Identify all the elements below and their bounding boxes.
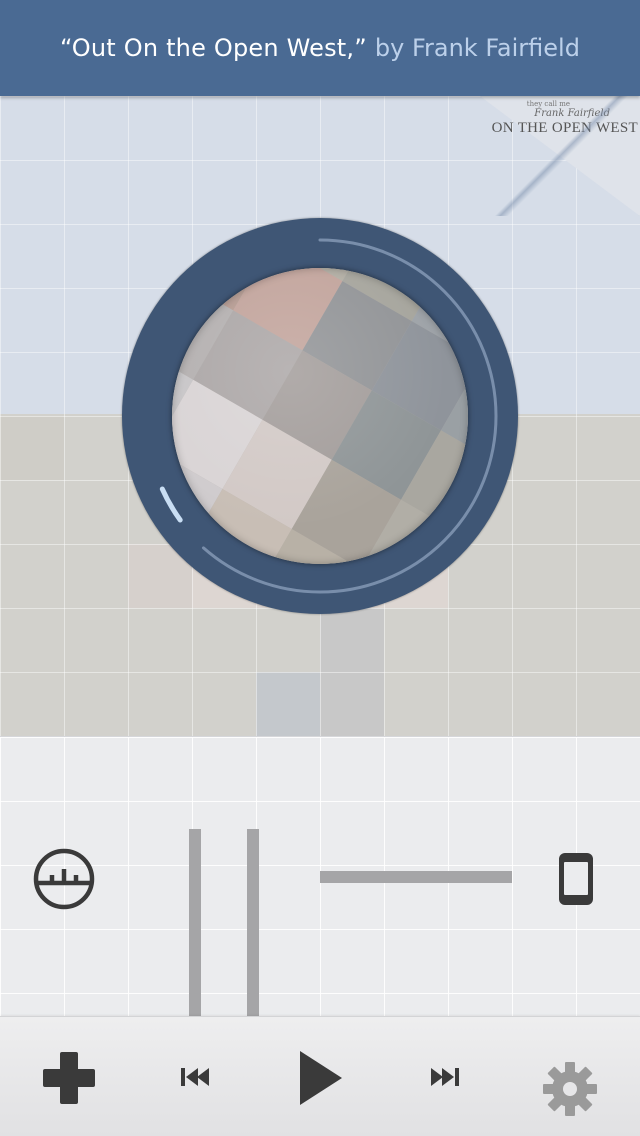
play-icon[interactable] [294, 1047, 346, 1109]
skip-forward-icon[interactable] [428, 1065, 462, 1089]
horizontal-divider-bar [320, 871, 512, 883]
plus-icon[interactable] [40, 1049, 98, 1107]
phone-icon[interactable] [556, 851, 596, 907]
pause-indicator-left-bar [189, 829, 201, 1017]
disc-gloss [172, 268, 468, 564]
playback-toolbar [0, 1016, 640, 1136]
gear-icon[interactable] [542, 1061, 598, 1117]
artist-name: by Frank Fairfield [374, 34, 580, 62]
album-art-disc[interactable] [172, 268, 468, 564]
pause-indicator-right-bar [247, 829, 259, 1017]
now-playing-header: “Out On the Open West,” by Frank Fairfie… [0, 0, 640, 96]
controls-panel [0, 736, 640, 1017]
equalizer-icon[interactable] [32, 847, 96, 911]
album-thumbnail[interactable]: they call me Frank Fairfield ON THE OPEN… [480, 96, 640, 216]
skip-back-icon[interactable] [178, 1065, 212, 1089]
album-thumb-artist: Frank Fairfield [534, 108, 610, 119]
album-thumb-pre-text: they call me [526, 100, 570, 108]
album-thumb-title: ON THE OPEN WEST [491, 120, 638, 136]
track-title: “Out On the Open West,” [60, 34, 367, 62]
